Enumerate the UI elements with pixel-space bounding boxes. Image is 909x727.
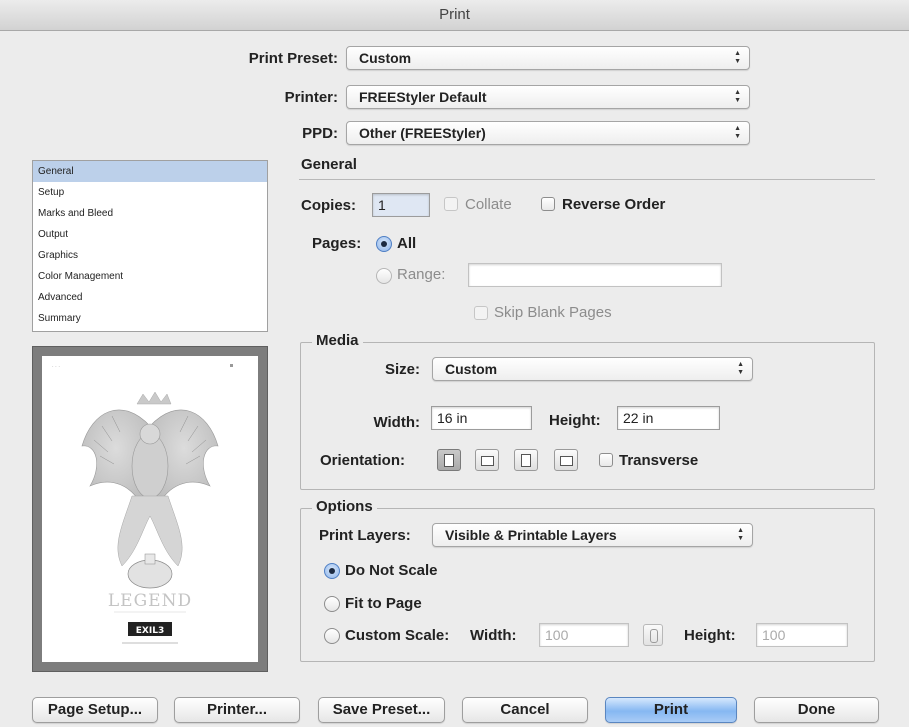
scale-width-field[interactable]: 100: [539, 623, 629, 647]
custom-scale-label: Custom Scale:: [345, 627, 450, 644]
printer-value: FREEStyler Default: [359, 89, 487, 105]
sidebar-item-advanced[interactable]: Advanced: [33, 287, 267, 308]
sidebar-item-summary[interactable]: Summary: [33, 308, 267, 329]
sidebar-item-general[interactable]: General: [33, 161, 267, 182]
reverse-landscape-orientation-button[interactable]: [554, 449, 578, 471]
reverse-order-checkbox[interactable]: [541, 197, 555, 211]
poster-artwork-image: · · · LEGEND EXIL3: [52, 364, 233, 644]
sidebar-item-marks-and-bleed[interactable]: Marks and Bleed: [33, 203, 267, 224]
print-preset-label: Print Preset:: [248, 50, 338, 67]
media-size-value: Custom: [445, 361, 498, 377]
reverse-order-label: Reverse Order: [562, 196, 666, 213]
ppd-value: Other (FREEStyler): [359, 125, 486, 141]
pages-range-radio[interactable]: [376, 268, 392, 284]
poster-title: LEGEND: [108, 591, 192, 611]
chevron-up-down-icon: ▲ ▼: [734, 125, 741, 140]
ppd-select[interactable]: Other (FREEStyler) ▲ ▼: [346, 121, 750, 145]
preview-page: · · · LEGEND EXIL3: [42, 356, 258, 662]
do-not-scale-radio[interactable]: [324, 563, 340, 579]
transverse-checkbox[interactable]: [599, 453, 613, 467]
general-divider: [299, 179, 875, 180]
printer-label: Printer:: [284, 89, 338, 106]
print-preset-value: Custom: [359, 50, 412, 66]
pages-all-radio[interactable]: [376, 236, 392, 252]
transverse-label: Transverse: [619, 452, 699, 469]
scale-height-field[interactable]: 100: [756, 623, 848, 647]
fit-to-page-radio[interactable]: [324, 596, 340, 612]
skip-blank-pages-label: Skip Blank Pages: [494, 304, 612, 321]
constrain-proportions-link-icon[interactable]: [643, 624, 663, 646]
sidebar-item-setup[interactable]: Setup: [33, 182, 267, 203]
pages-label: Pages:: [312, 235, 362, 252]
pages-range-label: Range:: [397, 266, 446, 283]
print-button[interactable]: Print: [605, 697, 737, 723]
svg-text:· · ·: · · ·: [52, 364, 60, 370]
media-height-field[interactable]: 22 in: [617, 406, 720, 430]
save-preset-button[interactable]: Save Preset...: [318, 697, 445, 723]
copies-field[interactable]: 1: [372, 193, 430, 217]
pages-range-field[interactable]: [468, 263, 722, 287]
media-height-label: Height:: [549, 412, 601, 429]
scale-width-label: Width:: [470, 627, 517, 644]
poster-logo: EXIL3: [136, 626, 164, 636]
page-setup-button[interactable]: Page Setup...: [32, 697, 158, 723]
ppd-label: PPD:: [302, 125, 338, 142]
print-preset-select[interactable]: Custom ▲ ▼: [346, 46, 750, 70]
reverse-landscape-icon: [560, 456, 573, 466]
scale-height-label: Height:: [684, 627, 736, 644]
chevron-up-down-icon: ▲ ▼: [737, 527, 744, 542]
media-size-select[interactable]: Custom ▲ ▼: [432, 357, 753, 381]
print-layers-select[interactable]: Visible & Printable Layers ▲ ▼: [432, 523, 753, 547]
portrait-orientation-button[interactable]: [437, 449, 461, 471]
sidebar-item-output[interactable]: Output: [33, 224, 267, 245]
print-layers-label: Print Layers:: [319, 527, 411, 544]
do-not-scale-label: Do Not Scale: [345, 562, 438, 579]
landscape-orientation-button[interactable]: [475, 449, 499, 471]
custom-scale-radio[interactable]: [324, 628, 340, 644]
cancel-button[interactable]: Cancel: [462, 697, 588, 723]
chevron-up-down-icon: ▲ ▼: [734, 50, 741, 65]
orientation-label: Orientation:: [320, 452, 405, 469]
done-button[interactable]: Done: [754, 697, 879, 723]
window-title: Print: [0, 0, 909, 31]
reverse-portrait-icon: [521, 454, 531, 467]
skip-blank-pages-checkbox[interactable]: [474, 306, 488, 320]
general-heading: General: [301, 156, 357, 173]
print-category-list[interactable]: General Setup Marks and Bleed Output Gra…: [32, 160, 268, 332]
copies-label: Copies:: [301, 197, 357, 214]
collate-label: Collate: [465, 196, 512, 213]
portrait-icon: [444, 454, 454, 467]
reverse-portrait-orientation-button[interactable]: [514, 449, 538, 471]
sidebar-item-graphics[interactable]: Graphics: [33, 245, 267, 266]
media-width-label: Width:: [373, 414, 420, 431]
landscape-icon: [481, 456, 494, 466]
chevron-up-down-icon: ▲ ▼: [737, 361, 744, 376]
print-layers-value: Visible & Printable Layers: [445, 527, 617, 543]
media-size-label: Size:: [384, 361, 420, 378]
printer-select[interactable]: FREEStyler Default ▲ ▼: [346, 85, 750, 109]
printer-button[interactable]: Printer...: [174, 697, 300, 723]
print-preview: · · · LEGEND EXIL3: [32, 346, 268, 672]
media-group-title: Media: [312, 332, 363, 349]
sidebar-item-color-management[interactable]: Color Management: [33, 266, 267, 287]
chevron-up-down-icon: ▲ ▼: [734, 89, 741, 104]
pages-all-label: All: [397, 235, 417, 252]
fit-to-page-label: Fit to Page: [345, 595, 422, 612]
options-group-title: Options: [312, 498, 377, 515]
collate-checkbox[interactable]: [444, 197, 458, 211]
media-width-field[interactable]: 16 in: [431, 406, 532, 430]
